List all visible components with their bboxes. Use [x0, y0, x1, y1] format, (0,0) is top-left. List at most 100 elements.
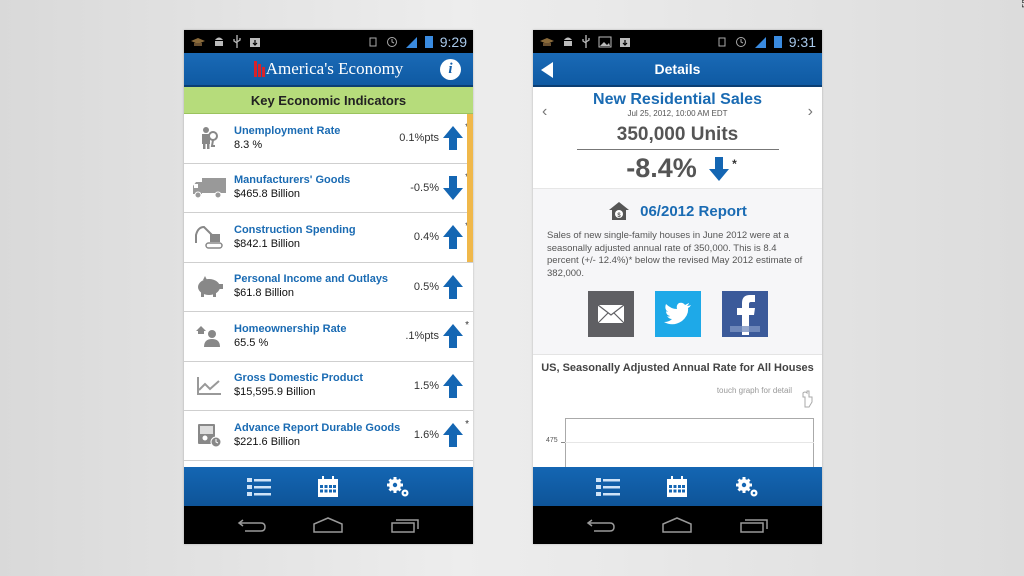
chart-gridline	[565, 442, 814, 443]
indicator-name: Advance Report Durable Goods	[234, 421, 401, 434]
touch-hint: touch graph for detail	[716, 386, 792, 395]
indicator-row[interactable]: Construction Spending$842.1 Billion 0.4% *	[184, 213, 473, 263]
section-title: Key Economic Indicators	[184, 87, 473, 114]
report-title: 06/2012 Report	[640, 202, 747, 220]
indicator-change: 0.4%	[413, 231, 439, 244]
vibrate-icon	[718, 37, 726, 46]
phone-screen-details: 9:31 Details ‹ › New Residential Sales J…	[533, 30, 822, 544]
home-icon[interactable]	[312, 517, 344, 533]
indicator-list[interactable]: Unemployment Rate8.3 %0.1%pts*Manufactur…	[184, 114, 473, 466]
calendar-icon[interactable]	[317, 475, 339, 498]
indicator-value: 65.5 %	[234, 336, 269, 349]
indicator-value: $842.1 Billion	[234, 237, 301, 250]
previous-indicator-button[interactable]: ‹	[542, 103, 547, 121]
signal-icon	[405, 36, 417, 48]
indicator-row[interactable]: Homeownership Rate 65.5 % .1%pts *	[184, 312, 473, 362]
recent-apps-icon[interactable]	[739, 517, 769, 533]
scrollbar[interactable]	[467, 114, 473, 262]
alarm-icon	[386, 36, 397, 47]
indicator-value: $15,595.9 Billion	[234, 386, 316, 399]
list-icon[interactable]	[247, 477, 272, 497]
settings-gears-icon[interactable]	[386, 476, 410, 498]
recent-apps-icon[interactable]	[390, 517, 420, 533]
app-header: America's Economy i	[184, 53, 473, 87]
settings-gears-icon[interactable]	[735, 476, 759, 498]
usb-icon	[233, 35, 241, 48]
android-nav-bar	[184, 506, 473, 544]
appliance-clock-icon	[192, 420, 226, 450]
indicator-row[interactable]: Unemployment Rate8.3 % 0.1%pts *	[184, 114, 473, 164]
flag-bars-icon	[253, 61, 265, 77]
android-icon	[564, 37, 572, 46]
chart-section[interactable]: US, Seasonally Adjusted Annual Rate for …	[533, 355, 822, 478]
vibrate-icon	[369, 37, 377, 46]
graduation-cap-icon	[540, 37, 554, 46]
indicator-name: Homeownership Rate	[234, 322, 347, 335]
info-button[interactable]: i	[440, 59, 461, 80]
facebook-f-icon	[729, 295, 760, 335]
indicator-row[interactable]: Gross Domestic Product $15,595.9 Billion 1…	[184, 361, 473, 411]
indicator-row[interactable]: Advance Report Durable Goods $221.6 Billi…	[184, 411, 473, 461]
home-person-icon	[192, 321, 226, 351]
indicator-value: $221.6 Billion	[234, 435, 301, 448]
person-badge-icon	[192, 123, 226, 153]
signal-icon	[754, 36, 766, 48]
indicator-title: New Residential Sales	[593, 91, 762, 108]
report-section: $ 06/2012 Report Sales of new single-fam…	[533, 189, 822, 355]
piggy-bank-icon	[192, 272, 226, 302]
indicator-change: 0.1%pts	[399, 132, 439, 145]
twitter-bird-icon	[663, 302, 691, 325]
twitter-share-button[interactable]	[654, 291, 701, 337]
app-logo: America's Economy	[253, 59, 404, 79]
bottom-toolbar	[533, 467, 822, 506]
y-tick-mark	[561, 442, 565, 443]
indicator-name: Unemployment Rate	[234, 124, 341, 137]
android-icon	[215, 37, 223, 46]
list-icon[interactable]	[596, 477, 621, 497]
up-arrow-icon: *	[443, 221, 469, 250]
up-arrow-icon	[443, 274, 463, 299]
indicator-value: $465.8 Billion	[234, 188, 301, 201]
email-share-button[interactable]	[587, 291, 634, 337]
back-icon[interactable]	[237, 517, 267, 533]
home-icon[interactable]	[661, 517, 693, 533]
back-arrow-icon[interactable]	[541, 62, 553, 78]
usb-icon	[582, 35, 590, 48]
indicator-value: $61.8 Billion	[234, 287, 294, 300]
indicator-value: 8.3 %	[234, 138, 263, 151]
back-icon[interactable]	[586, 517, 616, 533]
battery-icon	[424, 36, 433, 48]
share-buttons	[547, 291, 808, 337]
indicator-row[interactable]: Personal Income and Outlays $61.8 Billion…	[184, 262, 473, 312]
facebook-share-button[interactable]	[721, 291, 768, 337]
asterisk: *	[732, 157, 737, 171]
indicator-change: 0.5%	[413, 280, 439, 293]
down-arrow-icon: *	[443, 172, 469, 200]
asterisk: *	[465, 419, 469, 431]
up-arrow-icon: *	[443, 320, 469, 349]
status-bar: 9:31	[533, 30, 822, 53]
release-date: Jul 25, 2012, 10:00 AM EDT	[627, 109, 728, 118]
next-indicator-button[interactable]: ›	[808, 103, 813, 121]
details-header: Details	[533, 53, 822, 87]
asterisk: *	[465, 320, 469, 332]
pointing-hand-icon	[802, 390, 813, 408]
line-chart-icon	[192, 371, 226, 401]
graduation-cap-icon	[191, 37, 205, 46]
clock: 9:29	[439, 33, 467, 50]
report-text: Sales of new single-family houses in Jun…	[547, 230, 803, 279]
phone-screen-indicators: 9:29 America's Economy i Key Economic In…	[184, 30, 473, 544]
envelope-icon	[597, 304, 624, 324]
header-title: Details	[654, 61, 701, 77]
indicator-summary: ‹ › New Residential Sales Jul 25, 2012, …	[533, 87, 822, 189]
status-bar: 9:29	[184, 30, 473, 53]
clock: 9:31	[788, 33, 816, 50]
calendar-icon[interactable]	[666, 475, 688, 498]
indicator-row[interactable]: Manufacturers' Goods$465.8 Billion -0.5% *	[184, 163, 473, 213]
chart-title: US, Seasonally Adjusted Annual Rate for …	[541, 362, 814, 374]
alarm-icon	[735, 36, 746, 47]
house-dollar-icon: $	[609, 202, 630, 220]
down-arrow-icon: *	[708, 156, 737, 181]
indicator-name: Construction Spending	[234, 223, 356, 236]
app-title: America's Economy	[265, 59, 404, 78]
